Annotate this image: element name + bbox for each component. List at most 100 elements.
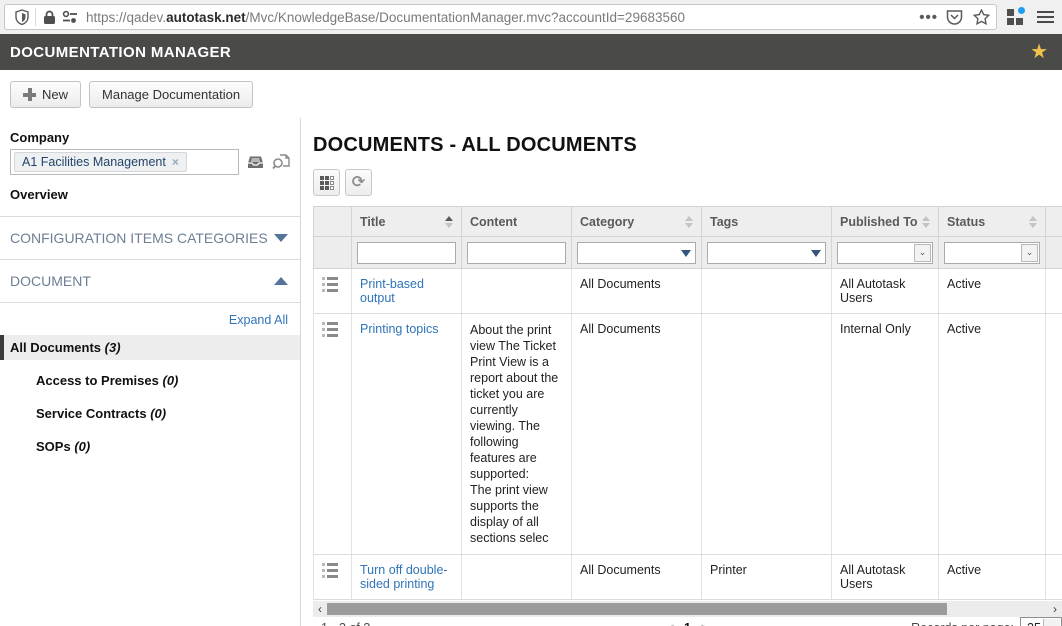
data-selector-lookup-icon[interactable] bbox=[272, 153, 290, 171]
column-header-tags[interactable]: Tags bbox=[701, 206, 832, 237]
status-cell: Active bbox=[938, 313, 1046, 555]
page-actions-icon[interactable]: ••• bbox=[919, 9, 938, 26]
column-header-content[interactable]: Content bbox=[461, 206, 572, 237]
action-bar: New Manage Documentation bbox=[0, 70, 1062, 118]
select-chevron-icon: ⌄ bbox=[914, 243, 931, 262]
published-to-cell: All Autotask Users bbox=[831, 554, 939, 600]
document-title-link[interactable]: Print-based output bbox=[360, 277, 424, 305]
scrollbar-thumb[interactable] bbox=[327, 603, 947, 615]
tree-item-service-contracts[interactable]: Service Contracts (0) bbox=[0, 401, 300, 426]
favorite-star-icon[interactable]: ★ bbox=[1030, 42, 1048, 62]
permissions-sliders-icon[interactable] bbox=[62, 10, 78, 24]
chevron-up-icon bbox=[274, 277, 288, 285]
company-tag-label: A1 Facilities Management bbox=[22, 155, 166, 169]
category-filter-dropdown[interactable] bbox=[577, 241, 696, 264]
row-context-menu-icon[interactable] bbox=[322, 563, 338, 578]
table-row: Printing topics About the print view The… bbox=[313, 313, 1062, 555]
chevron-down-icon bbox=[274, 234, 288, 242]
select-chevron-icon: ⌄ bbox=[1043, 619, 1060, 626]
tags-filter-dropdown[interactable] bbox=[707, 241, 826, 264]
tags-cell bbox=[701, 268, 832, 314]
filter-row: ⌄ ⌄ bbox=[313, 236, 1062, 269]
pager-bar: 1 - 3 of 3 < 1 > Records per page: 25 ⌄ bbox=[313, 617, 1062, 626]
refresh-button[interactable]: ⟳ bbox=[345, 169, 372, 196]
tree-item-access-to-premises[interactable]: Access to Premises (0) bbox=[0, 368, 300, 393]
manage-documentation-label: Manage Documentation bbox=[102, 86, 241, 102]
page-title: DOCUMENTATION MANAGER bbox=[10, 43, 232, 61]
item-count: (0) bbox=[74, 439, 91, 454]
dropdown-arrow-icon bbox=[811, 249, 821, 257]
remove-tag-icon[interactable]: × bbox=[172, 155, 179, 169]
dropdown-arrow-icon bbox=[681, 249, 691, 257]
tracking-protection-shield-icon[interactable] bbox=[11, 9, 30, 25]
filter-cell-empty bbox=[313, 236, 352, 269]
row-context-menu-icon[interactable] bbox=[322, 277, 338, 292]
sidebar-item-overview[interactable]: Overview bbox=[10, 187, 290, 202]
lock-icon[interactable] bbox=[43, 10, 56, 25]
column-chooser-button[interactable] bbox=[313, 169, 340, 196]
column-header-category[interactable]: Category bbox=[571, 206, 702, 237]
sort-arrows-icon bbox=[685, 215, 693, 228]
section-configuration-items-categories[interactable]: CONFIGURATION ITEMS CATEGORIES bbox=[0, 216, 300, 259]
new-button[interactable]: New bbox=[10, 80, 82, 108]
content-cell: About the print view The Ticket Print Vi… bbox=[461, 313, 572, 555]
published-to-filter-select[interactable]: ⌄ bbox=[837, 241, 933, 264]
category-cell: All Documents bbox=[571, 268, 702, 314]
sidebar: Company A1 Facilities Management × Overv… bbox=[0, 118, 301, 626]
url-text[interactable]: https://qadev.autotask.net/Mvc/Knowledge… bbox=[86, 10, 911, 25]
next-page-button[interactable]: > bbox=[696, 621, 711, 626]
status-cell: Active bbox=[938, 554, 1046, 600]
company-input[interactable]: A1 Facilities Management × bbox=[10, 149, 239, 175]
new-button-label: New bbox=[42, 86, 69, 102]
content-cell bbox=[461, 268, 572, 314]
document-title-link[interactable]: Printing topics bbox=[360, 322, 439, 336]
section-document[interactable]: DOCUMENT bbox=[0, 259, 300, 303]
tree-item-all-documents[interactable]: All Documents (3) bbox=[0, 335, 300, 360]
scroll-right-icon[interactable]: › bbox=[1048, 601, 1062, 617]
manage-documentation-button[interactable]: Manage Documentation bbox=[89, 80, 254, 108]
url-bar[interactable]: https://qadev.autotask.net/Mvc/Knowledge… bbox=[4, 4, 997, 30]
table-row: Turn off double-sided printing All Docum… bbox=[313, 554, 1062, 600]
section-label: DOCUMENT bbox=[10, 273, 91, 289]
column-chooser-icon bbox=[319, 175, 334, 190]
column-header-published-to[interactable]: Published To bbox=[831, 206, 939, 237]
spacer-cell bbox=[1045, 268, 1062, 314]
category-cell: All Documents bbox=[571, 313, 702, 555]
expand-all-link[interactable]: Expand All bbox=[0, 303, 300, 335]
plus-icon bbox=[23, 87, 36, 101]
app-header: DOCUMENTATION MANAGER ★ bbox=[0, 34, 1062, 70]
published-to-cell: Internal Only bbox=[831, 313, 939, 555]
horizontal-scrollbar[interactable]: ‹ › bbox=[313, 601, 1062, 617]
status-cell: Active bbox=[938, 268, 1046, 314]
scroll-left-icon[interactable]: ‹ bbox=[313, 601, 327, 617]
pocket-icon[interactable] bbox=[946, 9, 963, 25]
prev-page-button[interactable]: < bbox=[663, 621, 678, 626]
document-title-link[interactable]: Turn off double-sided printing bbox=[360, 563, 448, 591]
records-per-page-select[interactable]: 25 ⌄ bbox=[1020, 617, 1062, 626]
extension-icon[interactable] bbox=[1007, 7, 1025, 25]
main-panel: DOCUMENTS - ALL DOCUMENTS ⟳ Title Conten… bbox=[301, 118, 1062, 626]
column-header-title[interactable]: Title bbox=[351, 206, 462, 237]
spacer-cell bbox=[1045, 313, 1062, 555]
published-to-cell: All Autotask Users bbox=[831, 268, 939, 314]
menu-hamburger-icon[interactable] bbox=[1037, 8, 1054, 26]
tree-item-sops[interactable]: SOPs (0) bbox=[0, 434, 300, 459]
content-filter-input[interactable] bbox=[467, 241, 566, 264]
tags-cell: Printer bbox=[701, 554, 832, 600]
refresh-icon: ⟳ bbox=[351, 173, 366, 191]
sort-arrows-icon bbox=[922, 215, 930, 228]
status-filter-select[interactable]: ⌄ bbox=[944, 241, 1040, 264]
filter-cell-spacer bbox=[1045, 236, 1062, 269]
browser-toolbar: https://qadev.autotask.net/Mvc/Knowledge… bbox=[0, 0, 1062, 34]
column-header-status[interactable]: Status bbox=[938, 206, 1046, 237]
section-label: CONFIGURATION ITEMS CATEGORIES bbox=[10, 230, 268, 246]
current-page[interactable]: 1 bbox=[682, 621, 693, 626]
inbox-icon[interactable] bbox=[246, 154, 265, 170]
bookmark-star-icon[interactable] bbox=[973, 9, 990, 25]
row-context-menu-icon[interactable] bbox=[322, 322, 338, 337]
table-header-row: Title Content Category Tags Published To… bbox=[313, 206, 1062, 237]
item-count: (0) bbox=[162, 373, 179, 388]
sort-arrows-icon bbox=[445, 215, 453, 228]
table-row: Print-based output All Documents All Aut… bbox=[313, 268, 1062, 314]
title-filter-input[interactable] bbox=[357, 241, 456, 264]
